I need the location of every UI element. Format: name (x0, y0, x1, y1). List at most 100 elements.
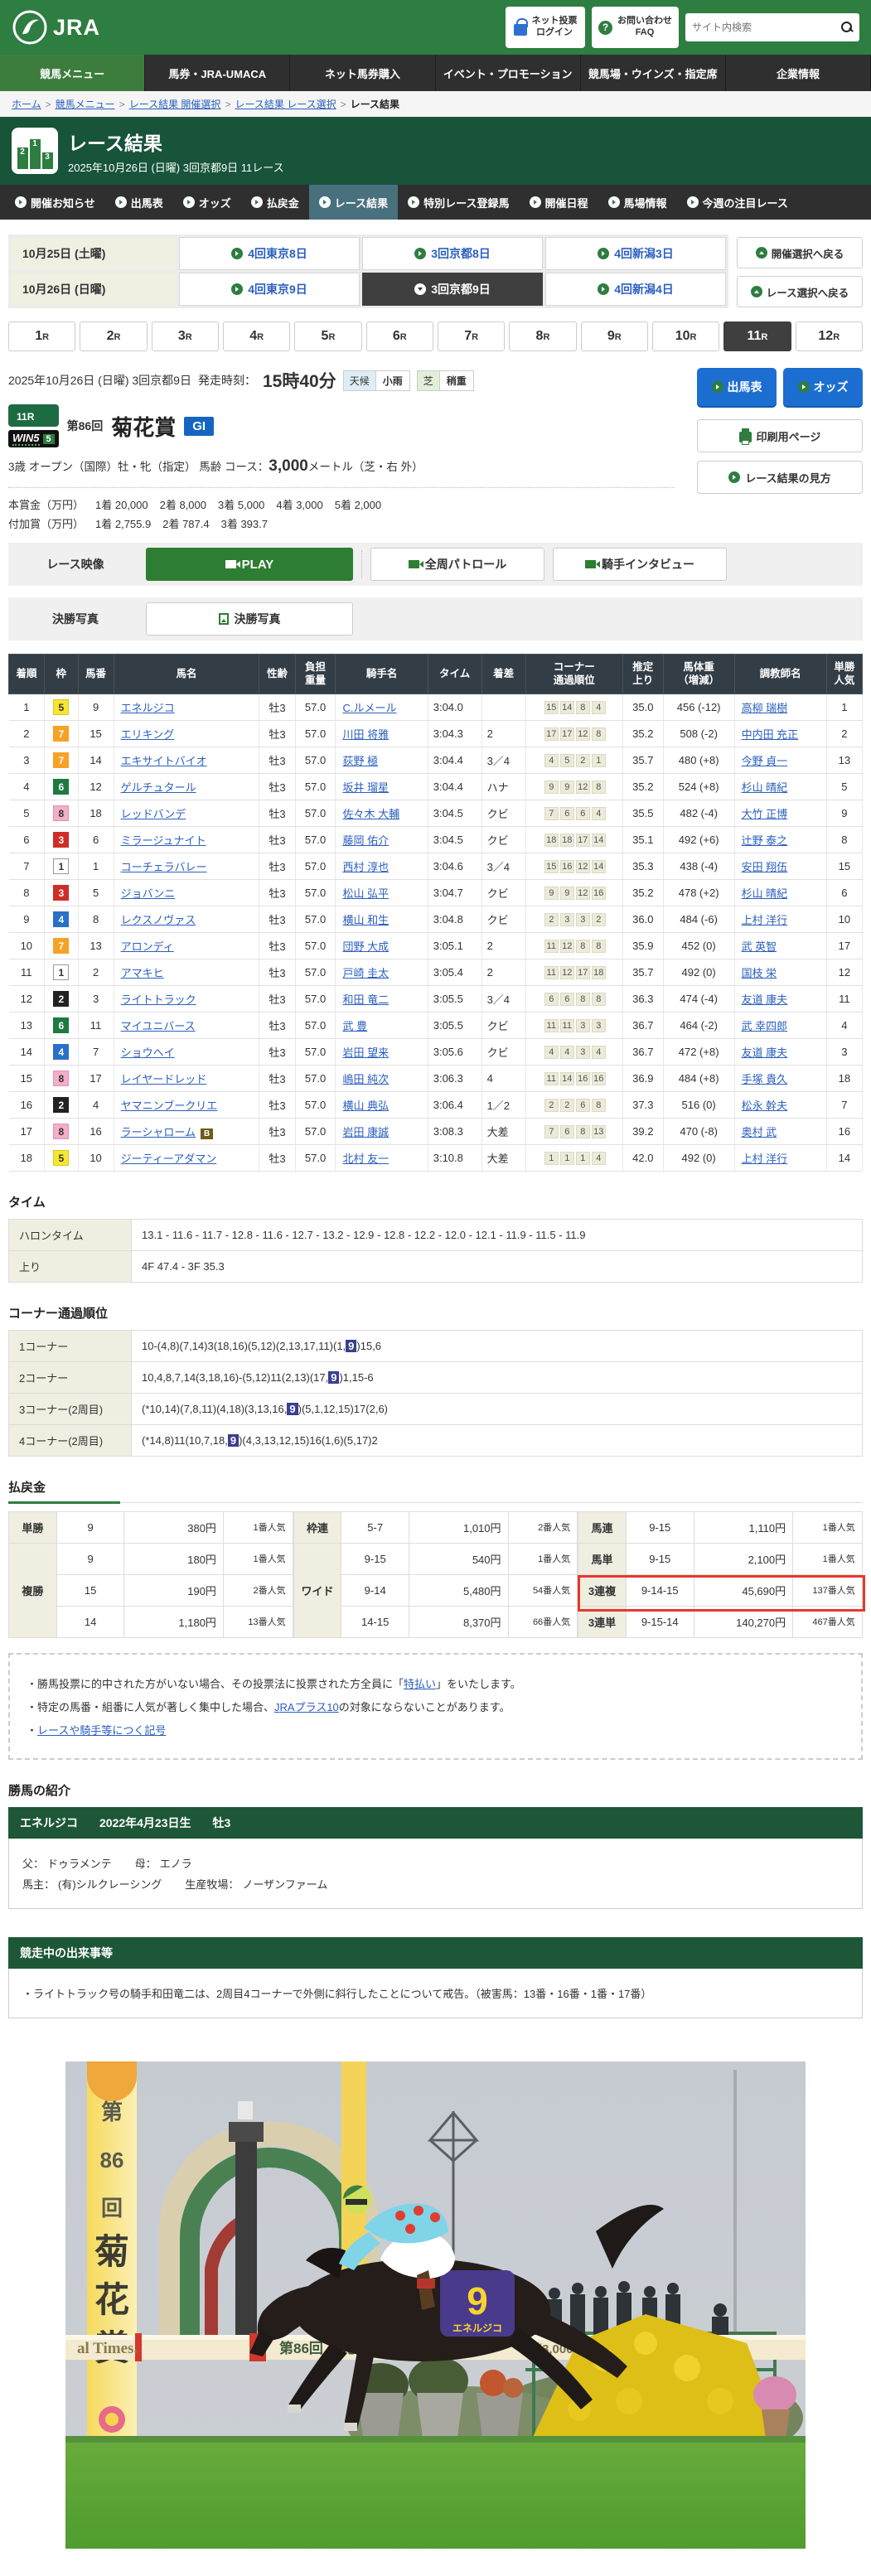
trainer-link[interactable]: 上村 洋行 (742, 914, 788, 926)
breadcrumb-link[interactable]: ホーム (12, 99, 41, 110)
trainer-link[interactable]: 辻野 泰之 (742, 834, 788, 847)
jockey-link[interactable]: 嶋田 純次 (342, 1073, 389, 1085)
jockey-link[interactable]: 川田 将雅 (342, 728, 389, 741)
horse-name-link[interactable]: ジョバンニ (121, 887, 176, 900)
global-nav-item[interactable]: イベント・プロモーション (436, 55, 581, 91)
trainer-link[interactable]: 今野 貞一 (742, 755, 788, 767)
jockey-link[interactable]: 団野 大成 (342, 940, 389, 953)
race-button-8r[interactable]: 8R (509, 321, 576, 351)
jockey-link[interactable]: 北村 友一 (342, 1153, 389, 1165)
search-icon[interactable] (841, 22, 853, 33)
results-guide-button[interactable]: レース結果の見方 (697, 461, 863, 494)
trainer-link[interactable]: 中内田 充正 (742, 728, 799, 741)
shutuba-button[interactable]: 出馬表 (697, 368, 777, 406)
note-link[interactable]: 特払い (404, 1678, 436, 1690)
global-nav-item[interactable]: ネット馬券購入 (290, 55, 435, 91)
trainer-link[interactable]: 武 英智 (742, 940, 777, 953)
jockey-link[interactable]: 岩田 康誠 (342, 1126, 389, 1138)
jockey-link[interactable]: 坂井 瑠星 (342, 781, 389, 794)
play-button[interactable]: PLAY (146, 548, 353, 581)
global-nav-item[interactable]: 企業情報 (726, 55, 871, 91)
trainer-link[interactable]: 上村 洋行 (742, 1153, 788, 1165)
race-button-1r[interactable]: 1R (8, 321, 75, 351)
race-button-6r[interactable]: 6R (366, 321, 433, 351)
horse-name-link[interactable]: レクスノヴァス (121, 914, 196, 926)
horse-name-link[interactable]: エネルジコ (121, 702, 175, 714)
jockey-link[interactable]: 武 豊 (342, 1020, 367, 1032)
sub-nav-item[interactable]: オッズ (173, 185, 241, 220)
jockey-interview-button[interactable]: 騎手インタビュー (553, 548, 727, 581)
race-button-5r[interactable]: 5R (294, 321, 361, 351)
sub-nav-item[interactable]: 開催お知らせ (5, 185, 105, 220)
trainer-link[interactable]: 杉山 晴紀 (742, 887, 788, 900)
horse-name-link[interactable]: アロンディ (121, 940, 174, 953)
jockey-link[interactable]: 荻野 極 (342, 755, 378, 767)
back-button[interactable]: 開催選択へ戻る (737, 237, 863, 268)
note-link[interactable]: JRAプラス10 (274, 1701, 339, 1713)
trainer-link[interactable]: 国枝 栄 (742, 967, 777, 979)
horse-name-link[interactable]: アマキヒ (121, 967, 164, 979)
jockey-link[interactable]: 藤岡 佑介 (342, 834, 389, 847)
global-nav-item[interactable]: 競馬メニュー (0, 55, 145, 91)
venue-button[interactable]: 3回京都9日 (362, 273, 543, 306)
note-link[interactable]: レースや騎手等につく記号 (37, 1724, 166, 1737)
net-voting-login-button[interactable]: ネット投票ログイン (506, 7, 585, 48)
jockey-link[interactable]: 岩田 望来 (342, 1046, 389, 1059)
jra-logo[interactable]: JRA (12, 9, 100, 46)
horse-name-link[interactable]: ジーティーアダマン (121, 1153, 217, 1165)
race-button-9r[interactable]: 9R (581, 321, 648, 351)
trainer-link[interactable]: 安田 翔伍 (742, 861, 788, 873)
race-button-3r[interactable]: 3R (152, 321, 219, 351)
horse-name-link[interactable]: エリキング (121, 728, 175, 741)
finish-photo-button[interactable]: 決勝写真 (146, 602, 353, 636)
horse-name-link[interactable]: ヤマニンブークリエ (121, 1100, 218, 1112)
horse-name-link[interactable]: ゲルチュタール (121, 781, 196, 794)
venue-button[interactable]: 4回新潟4日 (545, 273, 726, 306)
horse-name-link[interactable]: ライトトラック (121, 993, 196, 1006)
race-button-12r[interactable]: 12R (796, 321, 863, 351)
race-button-2r[interactable]: 2R (80, 321, 147, 351)
trainer-link[interactable]: 手塚 貴久 (742, 1073, 788, 1085)
site-search[interactable] (685, 13, 859, 41)
patrol-video-button[interactable]: 全周パトロール (370, 548, 544, 581)
horse-name-link[interactable]: エキサイトバイオ (121, 755, 207, 767)
jockey-link[interactable]: 横山 和生 (342, 914, 389, 926)
horse-name-link[interactable]: マイユニバース (121, 1020, 196, 1032)
odds-button[interactable]: オッズ (783, 368, 863, 406)
breadcrumb-link[interactable]: 競馬メニュー (56, 99, 115, 110)
faq-button[interactable]: ? お問い合わせFAQ (592, 7, 679, 48)
venue-button[interactable]: 4回新潟3日 (545, 237, 726, 270)
race-button-11r[interactable]: 11R (723, 321, 791, 351)
trainer-link[interactable]: 武 幸四郎 (742, 1020, 788, 1032)
horse-name-link[interactable]: コーチェラバレー (121, 861, 207, 873)
search-input[interactable] (692, 22, 841, 33)
jockey-link[interactable]: 戸崎 圭太 (342, 967, 389, 979)
sub-nav-item[interactable]: 出馬表 (105, 185, 173, 220)
sub-nav-item[interactable]: 特別レース登録馬 (398, 185, 519, 220)
jockey-link[interactable]: 西村 淳也 (342, 861, 389, 873)
trainer-link[interactable]: 高柳 瑞樹 (742, 702, 788, 714)
global-nav-item[interactable]: 競馬場・ウインズ・指定席 (581, 55, 726, 91)
trainer-link[interactable]: 奥村 武 (742, 1126, 777, 1138)
race-button-4r[interactable]: 4R (223, 321, 290, 351)
jockey-link[interactable]: 佐々木 大輔 (342, 808, 399, 820)
sub-nav-item[interactable]: 馬場情報 (598, 185, 677, 220)
jockey-link[interactable]: 和田 竜二 (342, 993, 389, 1006)
horse-name-link[interactable]: レッドバンデ (121, 808, 186, 820)
back-button[interactable]: レース選択へ戻る (737, 276, 863, 307)
jockey-link[interactable]: 松山 弘平 (342, 887, 389, 900)
breadcrumb-link[interactable]: レース結果 開催選択 (129, 99, 221, 110)
sub-nav-item[interactable]: レース結果 (309, 185, 398, 220)
trainer-link[interactable]: 杉山 晴紀 (742, 781, 788, 794)
print-page-button[interactable]: 印刷用ページ (697, 419, 863, 452)
venue-button[interactable]: 3回京都8日 (362, 237, 543, 270)
horse-name-link[interactable]: ラーシャローム (121, 1126, 196, 1138)
trainer-link[interactable]: 松永 幹夫 (742, 1100, 788, 1112)
horse-name-link[interactable]: レイヤードレッド (121, 1073, 207, 1085)
breadcrumb-link[interactable]: レース結果 レース選択 (235, 99, 336, 110)
trainer-link[interactable]: 友道 康夫 (742, 1046, 788, 1059)
venue-button[interactable]: 4回東京9日 (179, 273, 360, 306)
horse-name-link[interactable]: ミラージュナイト (121, 834, 206, 847)
trainer-link[interactable]: 大竹 正博 (742, 808, 788, 820)
race-button-10r[interactable]: 10R (652, 321, 719, 351)
